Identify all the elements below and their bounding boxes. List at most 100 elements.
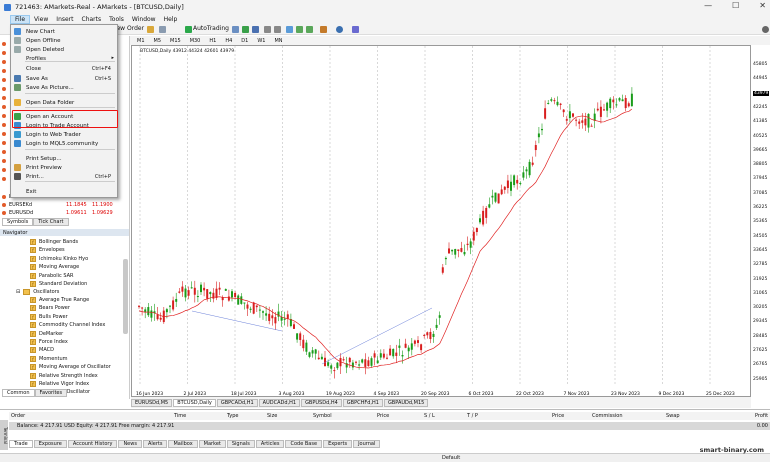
terminal-tab[interactable]: Account History [67,440,118,448]
tf-m30[interactable]: M30 [189,38,202,44]
menu-file[interactable]: File [10,14,31,24]
shift-icon[interactable] [306,26,313,33]
indicator-item[interactable]: f Parabolic SAR [30,272,74,279]
gold-bars-icon[interactable] [147,26,154,33]
terminal-tab[interactable]: Exposure [33,440,67,448]
terminal-tab[interactable]: Mailbox [168,440,198,448]
indicator-item[interactable]: f Relative Vigor Index [30,381,89,387]
menu-item[interactable]: Print... Ctrl+P [11,172,117,181]
column-header[interactable]: Swap [666,413,680,419]
bar-chart-icon[interactable] [232,26,239,33]
tf-m15[interactable]: M15 [169,38,182,44]
column-header[interactable]: Order [11,413,25,419]
terminal-tab[interactable]: Journal [353,440,381,448]
indicator-item[interactable]: f Bulls Power [30,313,68,320]
indicator-item[interactable]: f Moving Average [30,264,79,271]
indicator-item[interactable]: f Envelopes [30,247,65,254]
chart-tab[interactable]: EURUSDd,M5 [131,398,173,407]
menu-item[interactable]: New Chart [11,27,117,36]
indicator-item[interactable]: f Bollinger Bands [30,239,78,245]
terminal-tab[interactable]: News [118,440,142,448]
menu-item[interactable]: Print Preview [11,163,117,172]
templates-icon[interactable] [352,26,359,33]
column-header[interactable]: S / L [424,413,435,419]
close-button[interactable]: ✕ [759,1,766,10]
chart-tab[interactable]: BTCUSD,Daily [173,398,216,407]
tf-m5[interactable]: M5 [153,38,163,44]
tab-symbols[interactable]: Symbols [2,218,34,226]
indicator-item[interactable]: f Relative Strength Index [30,372,98,379]
menu-item[interactable]: Open Offline [11,36,117,45]
period-icon[interactable] [336,26,343,33]
menu-item[interactable]: Close Ctrl+F4 [11,64,117,73]
zoom-in-icon[interactable] [264,26,271,33]
maximize-button[interactable]: ☐ [732,1,739,10]
tab-common[interactable]: Common [2,389,35,397]
tf-m1[interactable]: M1 [136,38,146,44]
indicator-item[interactable]: f DeMarker [30,330,63,337]
column-header[interactable]: Profit [755,413,768,419]
watch-row[interactable]: EURUSDd 1.09611 1.09629 [2,209,128,217]
column-header[interactable]: Size [267,413,277,419]
indicator-item[interactable]: f Standard Deviation [30,281,87,287]
menu-item[interactable]: Login to Web Trader [11,130,117,139]
chart-tab[interactable]: GBPCADd,H1 [216,398,258,407]
menu-window[interactable]: Window [128,16,160,23]
indicator-item[interactable]: f Moving Average of Oscillator [30,364,111,371]
chart-tab[interactable]: GBPUSDd,H4 [301,398,342,407]
indicator-item[interactable]: f Momentum [30,355,68,362]
menu-item[interactable]: Print Setup... [11,154,117,163]
indicator-item[interactable]: f MACD [30,347,54,354]
terminal-tab[interactable]: Code Base [285,440,323,448]
chart-tab[interactable]: AUDCADd,H1 [258,398,301,407]
column-header[interactable]: Price [552,413,564,419]
menu-help[interactable]: Help [160,16,182,23]
column-header[interactable]: Time [174,413,186,419]
scroll-icon[interactable] [296,26,303,33]
zoom-out-icon[interactable] [274,26,281,33]
terminal-tab[interactable]: Signals [226,440,255,448]
menu-tools[interactable]: Tools [105,16,128,23]
tile-icon[interactable] [286,26,293,33]
line-chart-icon[interactable] [252,26,259,33]
chart-tab[interactable]: GBPAUDd,M15 [383,398,429,407]
menu-charts[interactable]: Charts [78,16,106,23]
indicators-icon[interactable] [320,26,327,33]
balance-row[interactable]: Balance: 4 217.91 USD Equity: 4 217.91 F… [9,422,770,430]
tf-h4[interactable]: H4 [224,38,233,44]
tab-tick-chart[interactable]: Tick Chart [33,218,69,226]
tf-d1[interactable]: D1 [240,38,249,44]
autotrading-button[interactable]: AutoTrading [193,25,229,32]
terminal-tab[interactable]: Trade [9,440,33,448]
menu-item[interactable]: Save As Ctrl+S [11,74,117,83]
menu-item[interactable]: Login to MQL5.community [11,139,117,148]
indicator-item[interactable]: f Average True Range [30,297,89,303]
navigator-scrollbar[interactable] [123,259,128,334]
menu-item[interactable]: Open Data Folder [11,98,117,107]
collapse-icon[interactable]: ⊟ [16,289,20,295]
autotrading-icon[interactable] [185,26,192,33]
tf-w1[interactable]: W1 [256,38,266,44]
price-chart[interactable]: BTCUSD,Daily 43912 44324 42601 43979 16 … [131,45,751,397]
column-header[interactable]: Commission [592,413,623,419]
menu-item[interactable]: Save As Picture... [11,83,117,92]
column-header[interactable]: Price [377,413,389,419]
menu-insert[interactable]: Insert [52,16,77,23]
menu-item[interactable]: Open Deleted [11,45,117,54]
tab-favorites[interactable]: Favorites [34,389,68,397]
watch-row[interactable]: EURSEKd 11.1845 11.1900 [2,201,128,209]
column-header[interactable]: Type [227,413,238,419]
terminal-tab[interactable]: Articles [255,440,285,448]
indicator-item[interactable]: f Commodity Channel Index [30,322,105,329]
candlestick-icon[interactable] [242,26,249,33]
indicator-item[interactable]: f Ichimoku Kinko Hyo [30,255,88,262]
indicator-item[interactable]: f Force Index [30,339,68,345]
expert-icon[interactable] [159,26,166,33]
chart-tab[interactable]: GBPCHFd,H1 [342,398,383,407]
chart-canvas[interactable]: 16 Jun 2023 2 Jul 2023 18 Jul 2023 3 Aug 20… [132,46,752,398]
tf-h1[interactable]: H1 [208,38,217,44]
search-icon[interactable] [762,26,769,33]
terminal-tab[interactable]: Experts [323,440,353,448]
terminal-tab[interactable]: Market [198,440,226,448]
indicator-item[interactable]: f Bears Power [30,305,70,312]
